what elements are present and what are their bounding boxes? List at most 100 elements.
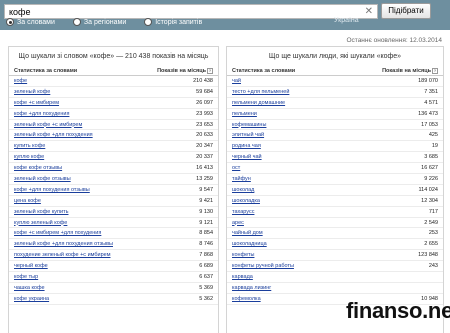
keyword-link[interactable]: тесто +для пельменей (232, 87, 289, 97)
shows-count: 9 130 (199, 208, 213, 215)
search-box[interactable]: ✕ (4, 4, 378, 19)
keyword-link[interactable]: шоколадка (232, 196, 260, 206)
table-row: пельмени домашние 4 571 (227, 98, 443, 109)
keyword-link[interactable]: ост (232, 163, 240, 173)
table-row: кофе +для похудения 23 993 (9, 109, 218, 120)
shows-count: 189 070 (418, 78, 438, 84)
keyword-link[interactable]: кофе кофе отзывы (14, 163, 62, 173)
keyword-link[interactable]: кофемашины (232, 120, 266, 130)
shows-count: 17 053 (421, 121, 438, 128)
shows-count: 114 024 (418, 186, 438, 193)
shows-count: 8 854 (199, 230, 213, 237)
shows-count: 253 (428, 230, 438, 237)
table-row: чай 189 070 (227, 76, 443, 87)
keyword-link[interactable]: кофе (14, 76, 27, 86)
table-row: зеленый кофе отзывы 13 259 (9, 174, 218, 185)
keyword-link[interactable]: родина чая (232, 141, 261, 151)
table-row: шоколад 114 024 (227, 185, 443, 196)
keyword-link[interactable]: карвада лизинг (232, 283, 271, 293)
mode-history[interactable]: Історія запитів (144, 18, 202, 26)
keyword-link[interactable]: похудение зеленый кофе +с имбирем (14, 250, 111, 260)
table-row: конфеты ручной работы 243 (227, 261, 443, 273)
radio-icon[interactable] (144, 18, 153, 26)
mode-by-words[interactable]: За словами (6, 18, 55, 26)
keyword-link[interactable]: куплю кофе (14, 152, 44, 162)
keyword-link[interactable]: чай (232, 76, 241, 86)
table-row: зеленый кофе +для похудения отзывы 8 746 (9, 239, 218, 251)
radio-icon[interactable] (72, 18, 81, 26)
keyword-link[interactable]: пельмени домашние (232, 98, 285, 108)
keyword-link[interactable]: чашка кофе (14, 283, 45, 293)
keyword-link[interactable]: арес (232, 218, 244, 228)
search-bar: ✕ Україна Підібрати За словами За регіон… (0, 0, 450, 30)
table-row: родина чая 19 (227, 141, 443, 153)
keyword-link[interactable]: карвада (232, 272, 253, 282)
keyword-link[interactable]: зеленый кофе +для похудения отзывы (14, 239, 113, 249)
shows-count: 12 304 (421, 197, 438, 204)
keyword-link[interactable]: зеленый кофе +для похудения (14, 130, 93, 140)
table-row: карвада (227, 272, 443, 283)
table-row: кофе +с имбирем +для похудения 8 854 (9, 228, 218, 240)
keyword-link[interactable]: элитный чай (232, 130, 264, 140)
info-icon[interactable]: ? (432, 68, 438, 74)
table-row: тахарусс 717 (227, 207, 443, 218)
shows-count: 20 337 (196, 154, 213, 161)
close-icon[interactable]: ✕ (365, 5, 373, 18)
shows-count: 136 473 (418, 110, 438, 117)
shows-count: 4 571 (424, 99, 438, 106)
table-row: карвада лизинг (227, 283, 443, 294)
table-row: арес 2 549 (227, 218, 443, 229)
keyword-link[interactable]: чайный дом (232, 228, 263, 238)
keyword-link[interactable]: зеленый кофе +с имбирем (14, 120, 82, 130)
keyword-link[interactable]: черный кофе (14, 261, 48, 271)
keyword-link[interactable]: зеленый кофе купить (14, 207, 69, 217)
shows-count: 9 121 (199, 219, 213, 226)
info-icon[interactable]: ? (207, 68, 213, 74)
col-shows: Показів на місяць (382, 68, 431, 74)
shows-count: 7 868 (199, 252, 213, 259)
keyword-link[interactable]: кофе +для похудения (14, 109, 69, 119)
col-words: Статистика за словами (14, 68, 78, 74)
keyword-link[interactable]: черный чай (232, 152, 262, 162)
search-input[interactable] (9, 6, 359, 18)
table-row: куплю кофе 20 337 (9, 152, 218, 164)
panel-title: Що ще шукали люди, які шукали «кофе» (268, 53, 402, 60)
mode-by-regions[interactable]: За регіонами (72, 18, 126, 26)
col-shows-wrap: Показів на місяць? (382, 67, 438, 75)
keyword-link[interactable]: кофе украина (14, 294, 49, 304)
keyword-link[interactable]: конфеты ручной работы (232, 261, 294, 271)
keyword-link[interactable]: тайфун (232, 174, 251, 184)
keyword-link[interactable]: кофе тыр (14, 272, 38, 282)
table-row: ост 16 627 (227, 163, 443, 175)
shows-count: 8 746 (199, 241, 213, 248)
shows-count: 20 633 (196, 132, 213, 139)
keyword-link[interactable]: купить кофе (14, 141, 45, 151)
table-row: тесто +для пельменей 7 351 (227, 87, 443, 98)
shows-count: 6 637 (199, 274, 213, 281)
left-table: кофе 210 438 зеленый кофе 59 684 кофе +с имб… (9, 76, 218, 305)
keyword-link[interactable]: кофе +с имбирем +для похудения (14, 228, 101, 238)
keyword-link[interactable]: шоколадница (232, 239, 267, 249)
region-link[interactable]: Україна (334, 17, 359, 24)
shows-count: 2 655 (424, 241, 438, 248)
keyword-link[interactable]: тахарусс (232, 207, 254, 217)
keyword-link[interactable]: цена кофе (14, 196, 41, 206)
keyword-link[interactable]: куплю зеленый кофе (14, 218, 67, 228)
keyword-link[interactable]: зеленый кофе (14, 87, 50, 97)
table-row: кофе +с имбирем 26 097 (9, 98, 218, 109)
table-row: зеленый кофе 59 684 (9, 87, 218, 98)
table-row: кофе тыр 6 637 (9, 272, 218, 283)
keyword-link[interactable]: пельмени (232, 109, 257, 119)
keyword-link[interactable]: зеленый кофе отзывы (14, 174, 71, 184)
keyword-link[interactable]: кофе +с имбирем (14, 98, 59, 108)
keyword-link[interactable]: кофе +для похудения отзывы (14, 185, 90, 195)
shows-count: 19 (431, 143, 438, 150)
table-row: кофе +для похудения отзывы 9 547 (9, 185, 218, 196)
pick-button[interactable]: Підібрати (381, 3, 431, 19)
table-row: похудение зеленый кофе +с имбирем 7 868 (9, 250, 218, 262)
keyword-link[interactable]: кофемолка (232, 294, 261, 304)
radio-selected-icon[interactable] (6, 18, 14, 26)
keyword-link[interactable]: шоколад (232, 185, 254, 195)
shows-count: 23 653 (196, 121, 213, 128)
keyword-link[interactable]: конфеты (232, 250, 254, 260)
